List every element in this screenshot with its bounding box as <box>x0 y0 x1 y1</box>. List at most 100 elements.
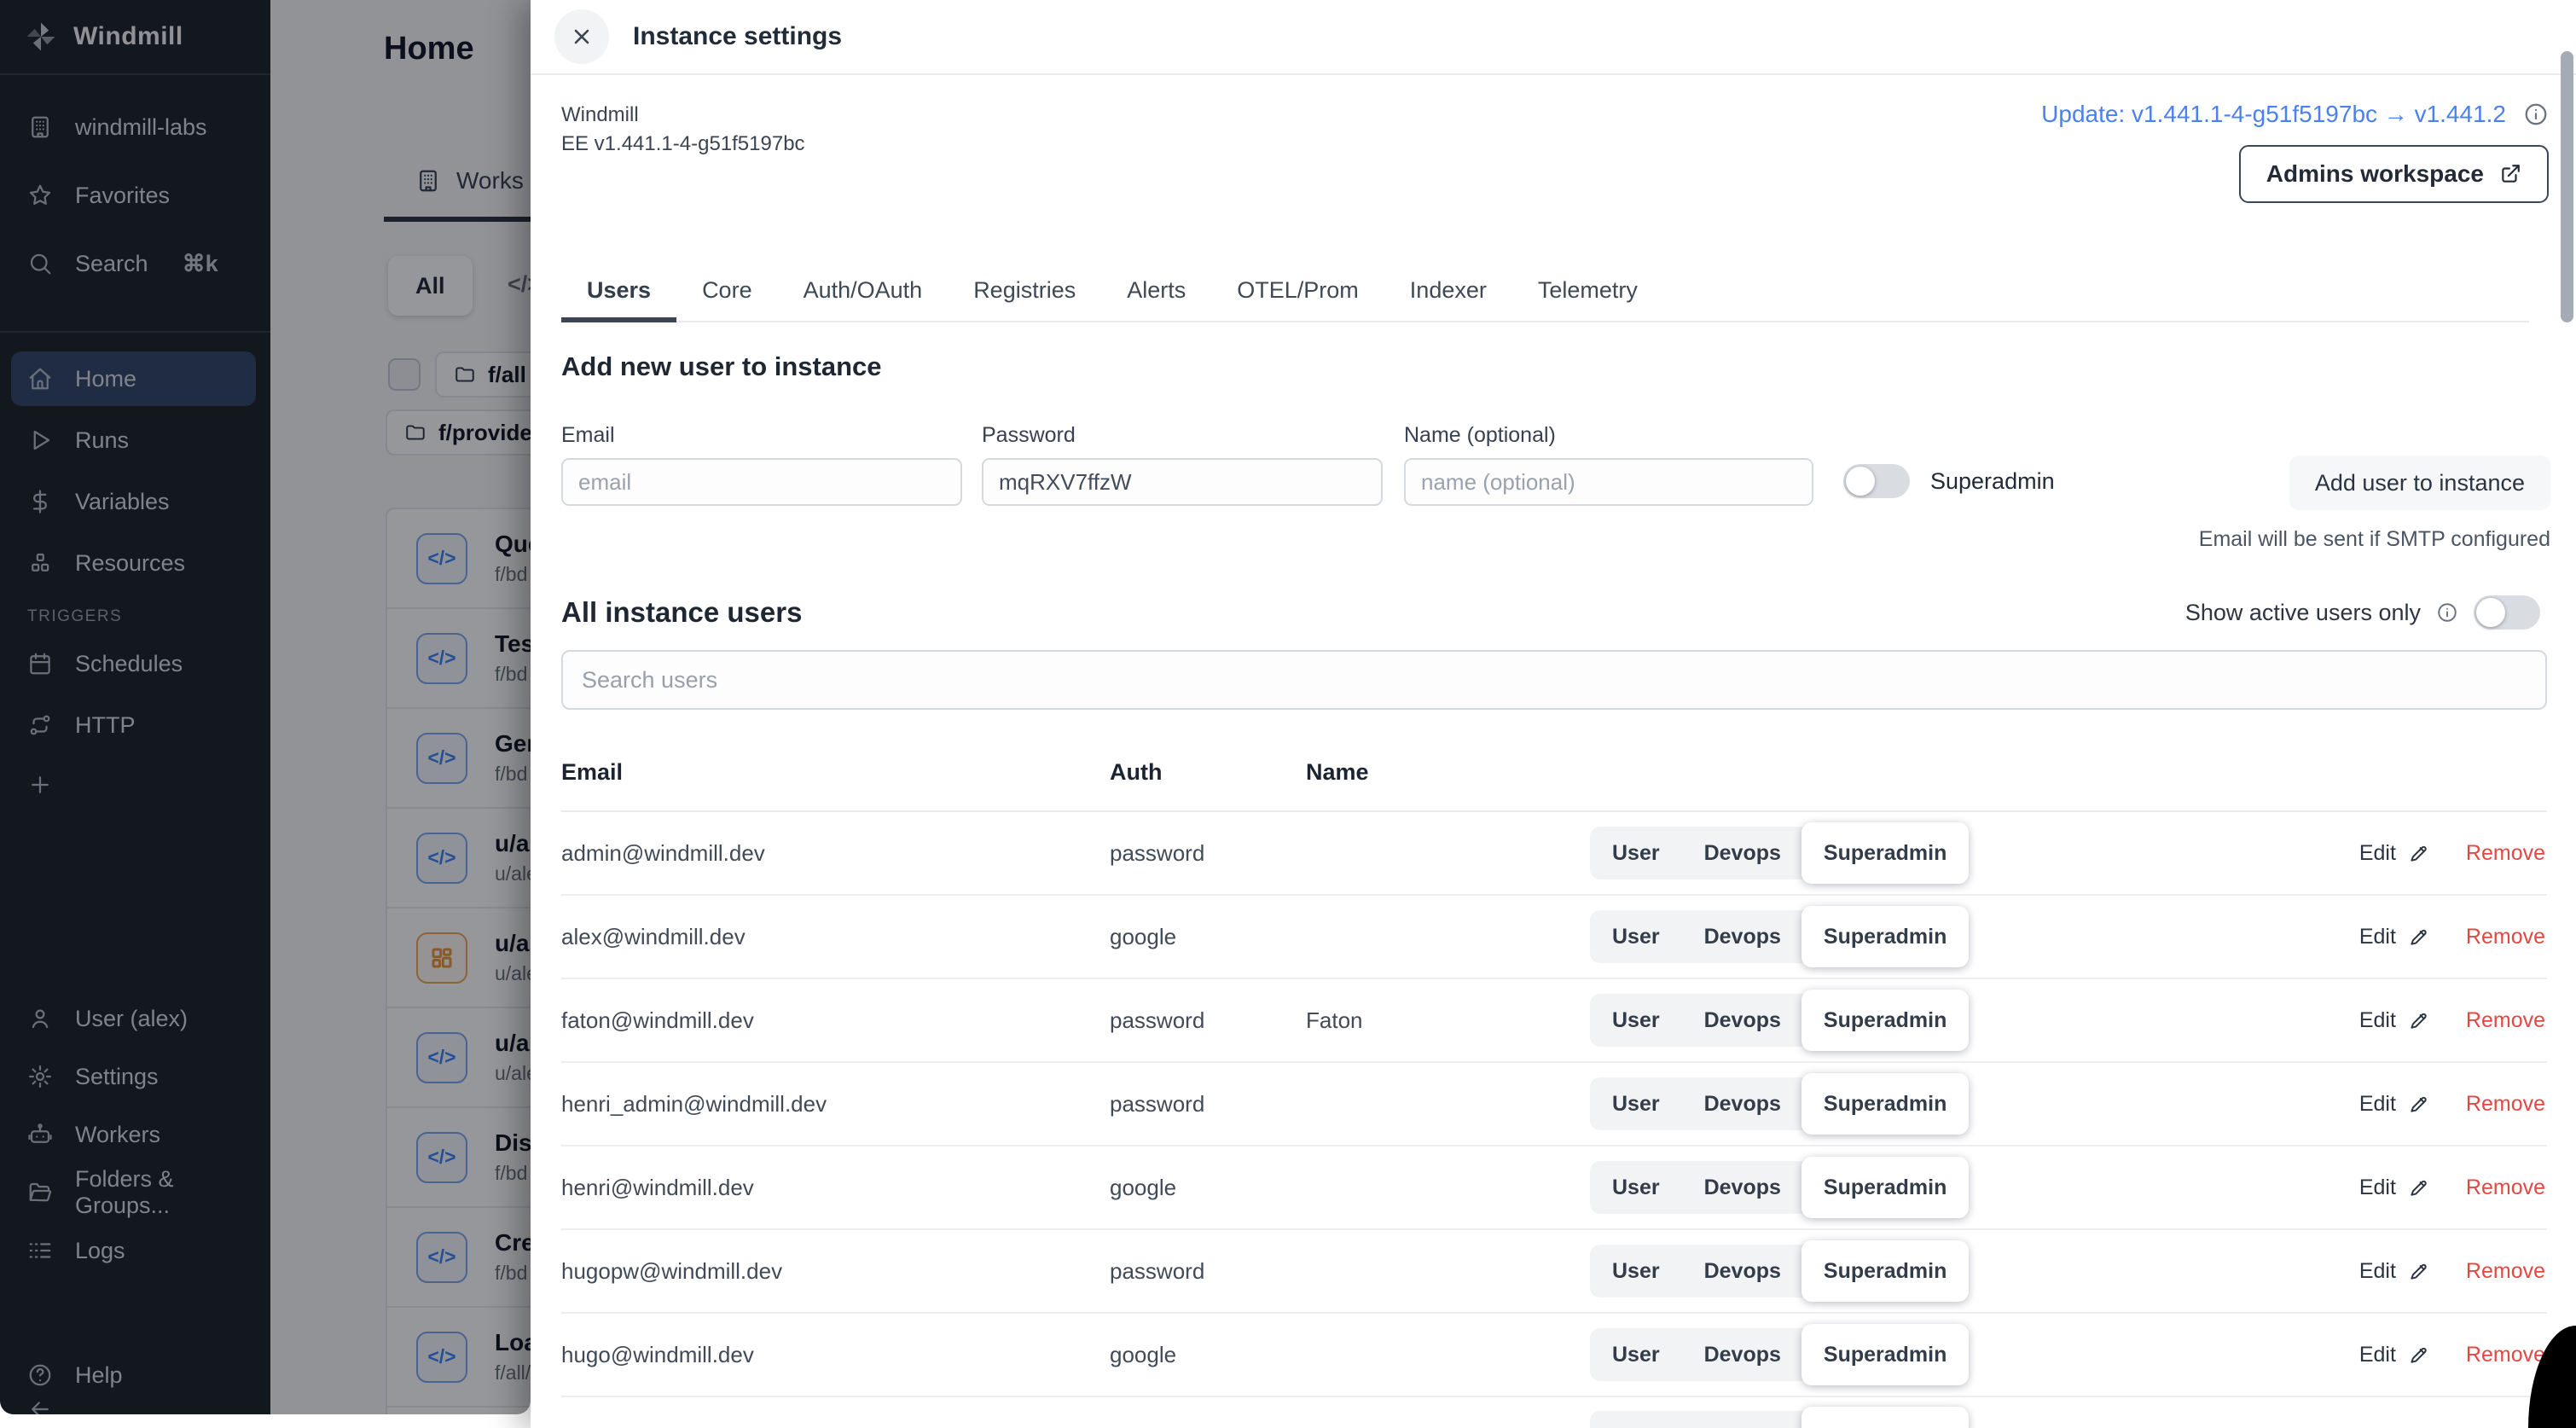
edit-button[interactable]: Edit <box>2359 841 2430 866</box>
edit-label: Edit <box>2359 1008 2396 1033</box>
tab-alerts[interactable]: Alerts <box>1101 277 1211 321</box>
tab-auth-oauth[interactable]: Auth/OAuth <box>778 277 949 321</box>
user-auth: password <box>1110 1091 1306 1117</box>
col-email: Email <box>561 759 1110 786</box>
tab-users[interactable]: Users <box>561 277 676 321</box>
role-option-superadmin[interactable]: Superadmin <box>1801 906 1969 967</box>
role-option-devops[interactable]: Devops <box>1682 1161 1803 1214</box>
role-option-user[interactable]: User <box>1590 1077 1682 1130</box>
edit-button[interactable]: Edit <box>2359 1343 2430 1367</box>
edit-button[interactable]: Edit <box>2359 1008 2430 1033</box>
role-segmented-control: User Devops Superadmin <box>1590 1411 1967 1428</box>
role-option-devops[interactable]: Devops <box>1682 827 1803 879</box>
scrollbar-thumb[interactable] <box>2561 51 2573 322</box>
name-label: Name (optional) <box>1404 423 1813 448</box>
role-option-user[interactable]: User <box>1590 1411 1682 1428</box>
remove-button[interactable]: Remove <box>2466 1259 2545 1284</box>
role-option-superadmin[interactable]: Superadmin <box>1801 1324 1969 1385</box>
role-option-devops[interactable]: Devops <box>1682 1328 1803 1381</box>
user-name: Faton <box>1306 1007 1590 1034</box>
search-users-input[interactable] <box>561 650 2547 710</box>
pencil-icon <box>2408 1260 2430 1282</box>
edit-button[interactable]: Edit <box>2359 1175 2430 1200</box>
remove-button[interactable]: Remove <box>2466 925 2545 949</box>
tab-indexer[interactable]: Indexer <box>1384 277 1512 321</box>
email-label: Email <box>561 423 962 448</box>
edit-label: Edit <box>2359 1092 2396 1117</box>
superadmin-toggle[interactable] <box>1843 464 1910 498</box>
edit-button[interactable]: Edit <box>2359 1259 2430 1284</box>
close-icon <box>570 25 594 49</box>
background-layer: Windmill windmill-labs Favorites Search <box>0 0 531 1414</box>
toggle-knob <box>2476 598 2505 627</box>
role-option-user[interactable]: User <box>1590 994 1682 1047</box>
pencil-icon <box>2408 1176 2430 1199</box>
remove-button[interactable]: Remove <box>2466 1175 2545 1200</box>
email-field[interactable] <box>561 458 962 506</box>
role-option-superadmin[interactable]: Superadmin <box>1801 822 1969 884</box>
user-email: henri_admin@windmill.dev <box>561 1091 1110 1117</box>
modal-backdrop[interactable] <box>0 0 531 1414</box>
role-option-superadmin[interactable]: Superadmin <box>1801 1240 1969 1302</box>
remove-button[interactable]: Remove <box>2466 1092 2545 1117</box>
user-row-partial: User Devops Superadmin <box>561 1397 2547 1428</box>
user-auth: password <box>1110 1258 1306 1285</box>
external-link-icon <box>2499 163 2521 185</box>
drawer-header: Instance settings <box>531 0 2576 75</box>
user-auth: google <box>1110 924 1306 950</box>
tab-registries[interactable]: Registries <box>948 277 1101 321</box>
role-option-user[interactable]: User <box>1590 910 1682 963</box>
remove-button[interactable]: Remove <box>2466 841 2545 866</box>
edit-label: Edit <box>2359 841 2396 866</box>
edit-button[interactable]: Edit <box>2359 925 2430 949</box>
tab-otel-prom[interactable]: OTEL/Prom <box>1211 277 1384 321</box>
user-row: admin@windmill.dev password User Devops … <box>561 812 2547 896</box>
role-option-superadmin[interactable]: Superadmin <box>1801 990 1969 1051</box>
role-option-user[interactable]: User <box>1590 1161 1682 1214</box>
col-auth: Auth <box>1110 759 1306 786</box>
role-option-superadmin[interactable]: Superadmin <box>1801 1407 1969 1428</box>
user-row: alex@windmill.dev google User Devops Sup… <box>561 896 2547 979</box>
role-segmented-control: User Devops Superadmin <box>1590 1328 1967 1381</box>
settings-tabs: Users Core Auth/OAuth Registries Alerts … <box>561 256 2529 322</box>
role-option-devops[interactable]: Devops <box>1682 910 1803 963</box>
instance-info-row: Windmill EE v1.441.1-4-g51f5197bc Update… <box>561 101 2549 203</box>
role-option-devops[interactable]: Devops <box>1682 1411 1803 1428</box>
instance-name: Windmill <box>561 101 805 130</box>
close-button[interactable] <box>554 9 609 64</box>
role-option-devops[interactable]: Devops <box>1682 1245 1803 1297</box>
user-email: hugo@windmill.dev <box>561 1342 1110 1368</box>
role-option-user[interactable]: User <box>1590 1245 1682 1297</box>
users-table-header: Email Auth Name <box>561 744 2547 812</box>
add-user-form: Email Password Name (optional) Superadmi… <box>561 423 2550 552</box>
role-option-devops[interactable]: Devops <box>1682 1077 1803 1130</box>
superadmin-toggle-label: Superadmin <box>1930 468 2055 495</box>
pencil-icon <box>2408 926 2430 948</box>
role-option-superadmin[interactable]: Superadmin <box>1801 1157 1969 1218</box>
role-option-user[interactable]: User <box>1590 1328 1682 1381</box>
tab-telemetry[interactable]: Telemetry <box>1512 277 1663 321</box>
password-field[interactable] <box>982 458 1383 506</box>
edit-button[interactable]: Edit <box>2359 1092 2430 1117</box>
admins-workspace-button[interactable]: Admins workspace <box>2239 145 2549 203</box>
role-option-devops[interactable]: Devops <box>1682 994 1803 1047</box>
tab-core[interactable]: Core <box>676 277 778 321</box>
drawer-title: Instance settings <box>633 22 842 51</box>
add-user-button[interactable]: Add user to instance <box>2289 456 2550 510</box>
pencil-icon <box>2408 1344 2430 1366</box>
update-link[interactable]: Update: v1.441.1-4-g51f5197bc → v1.441.2 <box>2041 101 2506 128</box>
remove-button[interactable]: Remove <box>2466 1343 2545 1367</box>
user-email: alex@windmill.dev <box>561 924 1110 950</box>
all-users-header-row: All instance users Show active users onl… <box>561 595 2540 630</box>
show-active-toggle[interactable] <box>2474 595 2540 630</box>
info-icon[interactable] <box>2436 601 2458 624</box>
user-email: faton@windmill.dev <box>561 1007 1110 1034</box>
remove-button[interactable]: Remove <box>2466 1008 2545 1033</box>
name-field[interactable] <box>1404 458 1813 506</box>
role-option-superadmin[interactable]: Superadmin <box>1801 1073 1969 1135</box>
role-option-user[interactable]: User <box>1590 827 1682 879</box>
toggle-knob <box>1846 467 1875 496</box>
app-window: Windmill windmill-labs Favorites Search <box>0 0 2576 1428</box>
instance-version: EE v1.441.1-4-g51f5197bc <box>561 130 805 159</box>
info-icon[interactable] <box>2523 102 2549 127</box>
